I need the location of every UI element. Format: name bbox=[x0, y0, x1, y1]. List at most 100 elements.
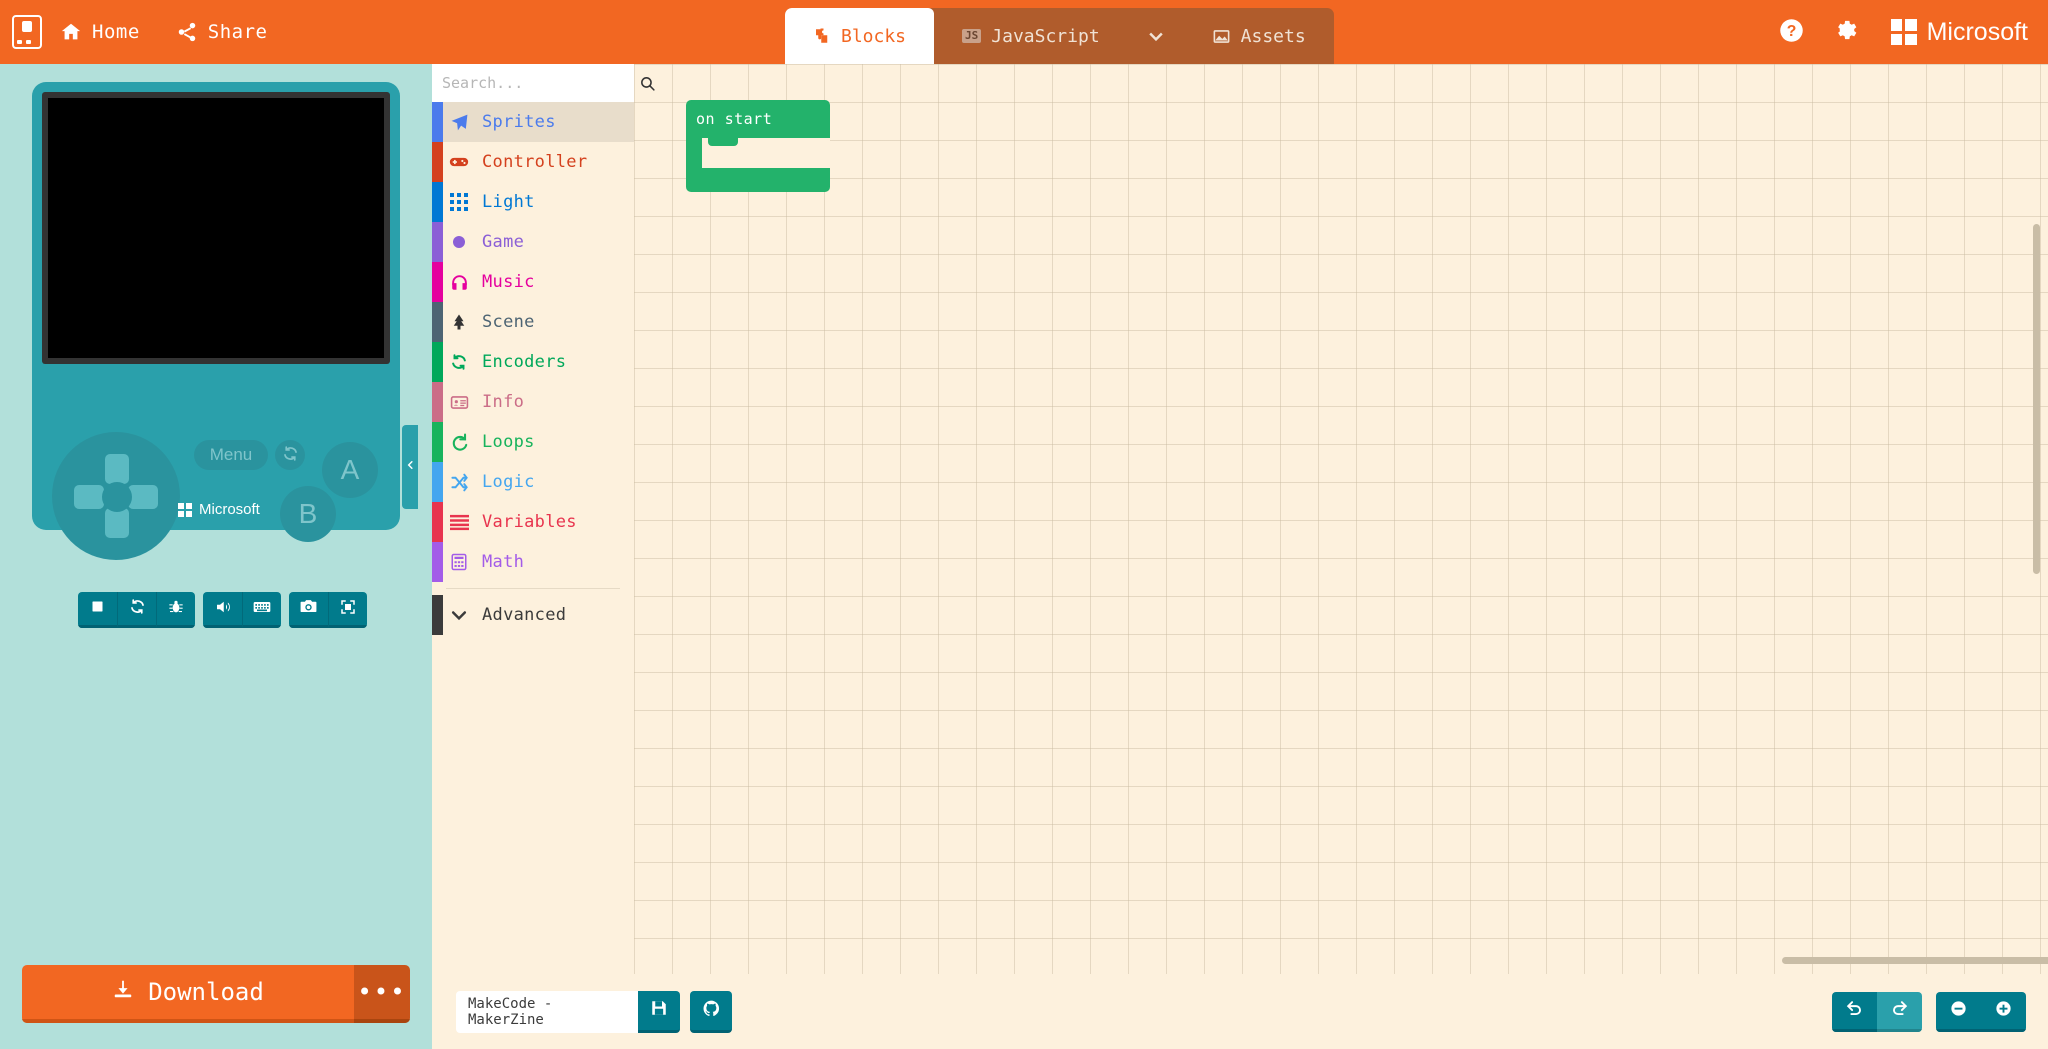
toolbox-category-controller[interactable]: Controller bbox=[432, 142, 634, 182]
redo-button[interactable] bbox=[1877, 991, 1922, 1032]
button-b[interactable]: B bbox=[280, 486, 336, 542]
tab-blocks[interactable]: Blocks bbox=[785, 8, 935, 64]
download-label: Download bbox=[148, 978, 264, 1006]
category-color-bar bbox=[432, 462, 443, 502]
app-header: Home Share Blocks JS JavaScript Assets ?… bbox=[0, 0, 2048, 64]
simulator-reset-button[interactable] bbox=[275, 440, 305, 470]
dpad-up-button[interactable] bbox=[105, 454, 129, 484]
menu-button[interactable]: Menu bbox=[194, 440, 268, 470]
home-button[interactable]: Home bbox=[42, 0, 158, 64]
toolbox-category-sprites[interactable]: Sprites bbox=[432, 102, 634, 142]
project-name-value: MakeCode - MakerZine bbox=[468, 995, 553, 1028]
shuffle-icon bbox=[448, 473, 470, 492]
tree-icon bbox=[448, 313, 470, 331]
toolbox-category-scene[interactable]: Scene bbox=[432, 302, 634, 342]
block-on-start[interactable]: on start bbox=[686, 100, 830, 192]
zoom-in-button[interactable] bbox=[1981, 991, 2026, 1032]
undo-redo-group bbox=[1832, 991, 1922, 1032]
category-color-bar bbox=[432, 382, 443, 422]
category-color-bar bbox=[432, 142, 443, 182]
fullscreen-button[interactable] bbox=[328, 592, 367, 628]
category-color-bar bbox=[432, 595, 443, 635]
simulator-brand-label: Microsoft bbox=[199, 501, 260, 518]
mute-button[interactable] bbox=[203, 592, 242, 628]
undo-arrow-icon bbox=[1845, 999, 1864, 1022]
arcade-gamepad-icon[interactable] bbox=[12, 15, 42, 49]
toolbox-category-advanced[interactable]: Advanced bbox=[432, 595, 634, 635]
tab-javascript[interactable]: JS JavaScript bbox=[934, 8, 1128, 64]
share-button[interactable]: Share bbox=[158, 0, 286, 64]
category-label: Controller bbox=[482, 152, 588, 172]
toolbox-category-logic[interactable]: Logic bbox=[432, 462, 634, 502]
blocks-workspace[interactable]: on start bbox=[634, 64, 2048, 974]
undo-button[interactable] bbox=[1832, 991, 1877, 1032]
workspace-horizontal-scrollbar[interactable] bbox=[1782, 957, 2048, 964]
refresh-icon bbox=[129, 598, 146, 619]
github-icon bbox=[702, 999, 721, 1022]
tab-blocks-label: Blocks bbox=[841, 25, 907, 47]
project-name-input[interactable]: MakeCode - MakerZine bbox=[456, 990, 638, 1033]
toolbox-category-variables[interactable]: Variables bbox=[432, 502, 634, 542]
header-right-group: ? Microsoft bbox=[1769, 0, 2048, 64]
dpad-down-button[interactable] bbox=[105, 508, 129, 538]
toolbox-category-encoders[interactable]: Encoders bbox=[432, 342, 634, 382]
category-label: Light bbox=[482, 192, 535, 212]
simulator-run-group bbox=[78, 592, 195, 628]
expand-icon bbox=[339, 598, 357, 620]
dpad-left-button[interactable] bbox=[74, 485, 104, 509]
simulator-screen-frame bbox=[42, 92, 390, 364]
stop-button[interactable] bbox=[78, 592, 117, 628]
search-input[interactable] bbox=[442, 74, 633, 92]
workspace-vertical-scrollbar[interactable] bbox=[2033, 224, 2040, 574]
block-on-start-bottom bbox=[686, 168, 830, 192]
github-button[interactable] bbox=[690, 990, 732, 1033]
toolbox-category-math[interactable]: Math bbox=[432, 542, 634, 582]
toolbox-category-music[interactable]: Music bbox=[432, 262, 634, 302]
block-on-start-label: on start bbox=[686, 100, 830, 138]
category-color-bar bbox=[432, 262, 443, 302]
button-b-label: B bbox=[298, 498, 318, 529]
download-more-button[interactable]: ••• bbox=[354, 965, 410, 1023]
toolbox-category-light[interactable]: Light bbox=[432, 182, 634, 222]
category-label: Music bbox=[482, 272, 535, 292]
paper-plane-icon bbox=[448, 113, 470, 132]
toolbox-category-loops[interactable]: Loops bbox=[432, 422, 634, 462]
refresh-icon bbox=[282, 445, 299, 466]
dpad-right-button[interactable] bbox=[128, 485, 158, 509]
toolbox-search-row[interactable] bbox=[432, 64, 655, 102]
tab-assets-label: Assets bbox=[1240, 25, 1306, 47]
tab-assets[interactable]: Assets bbox=[1184, 8, 1334, 64]
home-label: Home bbox=[92, 21, 140, 43]
dpad[interactable] bbox=[74, 454, 158, 538]
keyboard-button[interactable] bbox=[242, 592, 281, 628]
settings-button[interactable] bbox=[1821, 0, 1867, 64]
category-color-bar bbox=[432, 182, 443, 222]
microsoft-label: Microsoft bbox=[1926, 17, 2028, 46]
share-label: Share bbox=[207, 21, 268, 43]
screenshot-button[interactable] bbox=[289, 592, 328, 628]
simulator-screen[interactable] bbox=[48, 98, 384, 358]
microsoft-squares-icon bbox=[1890, 19, 1917, 45]
download-button-main[interactable]: Download bbox=[22, 965, 354, 1023]
chevron-left-icon bbox=[405, 458, 416, 476]
debug-button[interactable] bbox=[156, 592, 195, 628]
minus-circle-icon bbox=[1949, 999, 1968, 1022]
save-button[interactable] bbox=[638, 990, 680, 1033]
help-button[interactable]: ? bbox=[1769, 0, 1815, 64]
bottom-bar: MakeCode - MakerZine bbox=[432, 974, 2048, 1049]
block-on-start-mouth bbox=[686, 138, 830, 168]
toolbox-collapse-handle[interactable] bbox=[402, 425, 418, 509]
restart-button[interactable] bbox=[117, 592, 156, 628]
zoom-out-button[interactable] bbox=[1936, 991, 1981, 1032]
button-a[interactable]: A bbox=[322, 442, 378, 498]
search-icon[interactable] bbox=[639, 75, 656, 92]
download-button[interactable]: Download ••• bbox=[22, 965, 410, 1023]
svg-text:?: ? bbox=[1787, 23, 1797, 40]
keyboard-icon bbox=[252, 597, 272, 621]
tab-javascript-label: JavaScript bbox=[991, 25, 1100, 47]
toolbox-category-game[interactable]: Game bbox=[432, 222, 634, 262]
toolbox-category-info[interactable]: Info bbox=[432, 382, 634, 422]
microsoft-brand[interactable]: Microsoft bbox=[1890, 17, 2028, 47]
chevron-down-icon[interactable] bbox=[1128, 8, 1184, 64]
category-color-bar bbox=[432, 422, 443, 462]
